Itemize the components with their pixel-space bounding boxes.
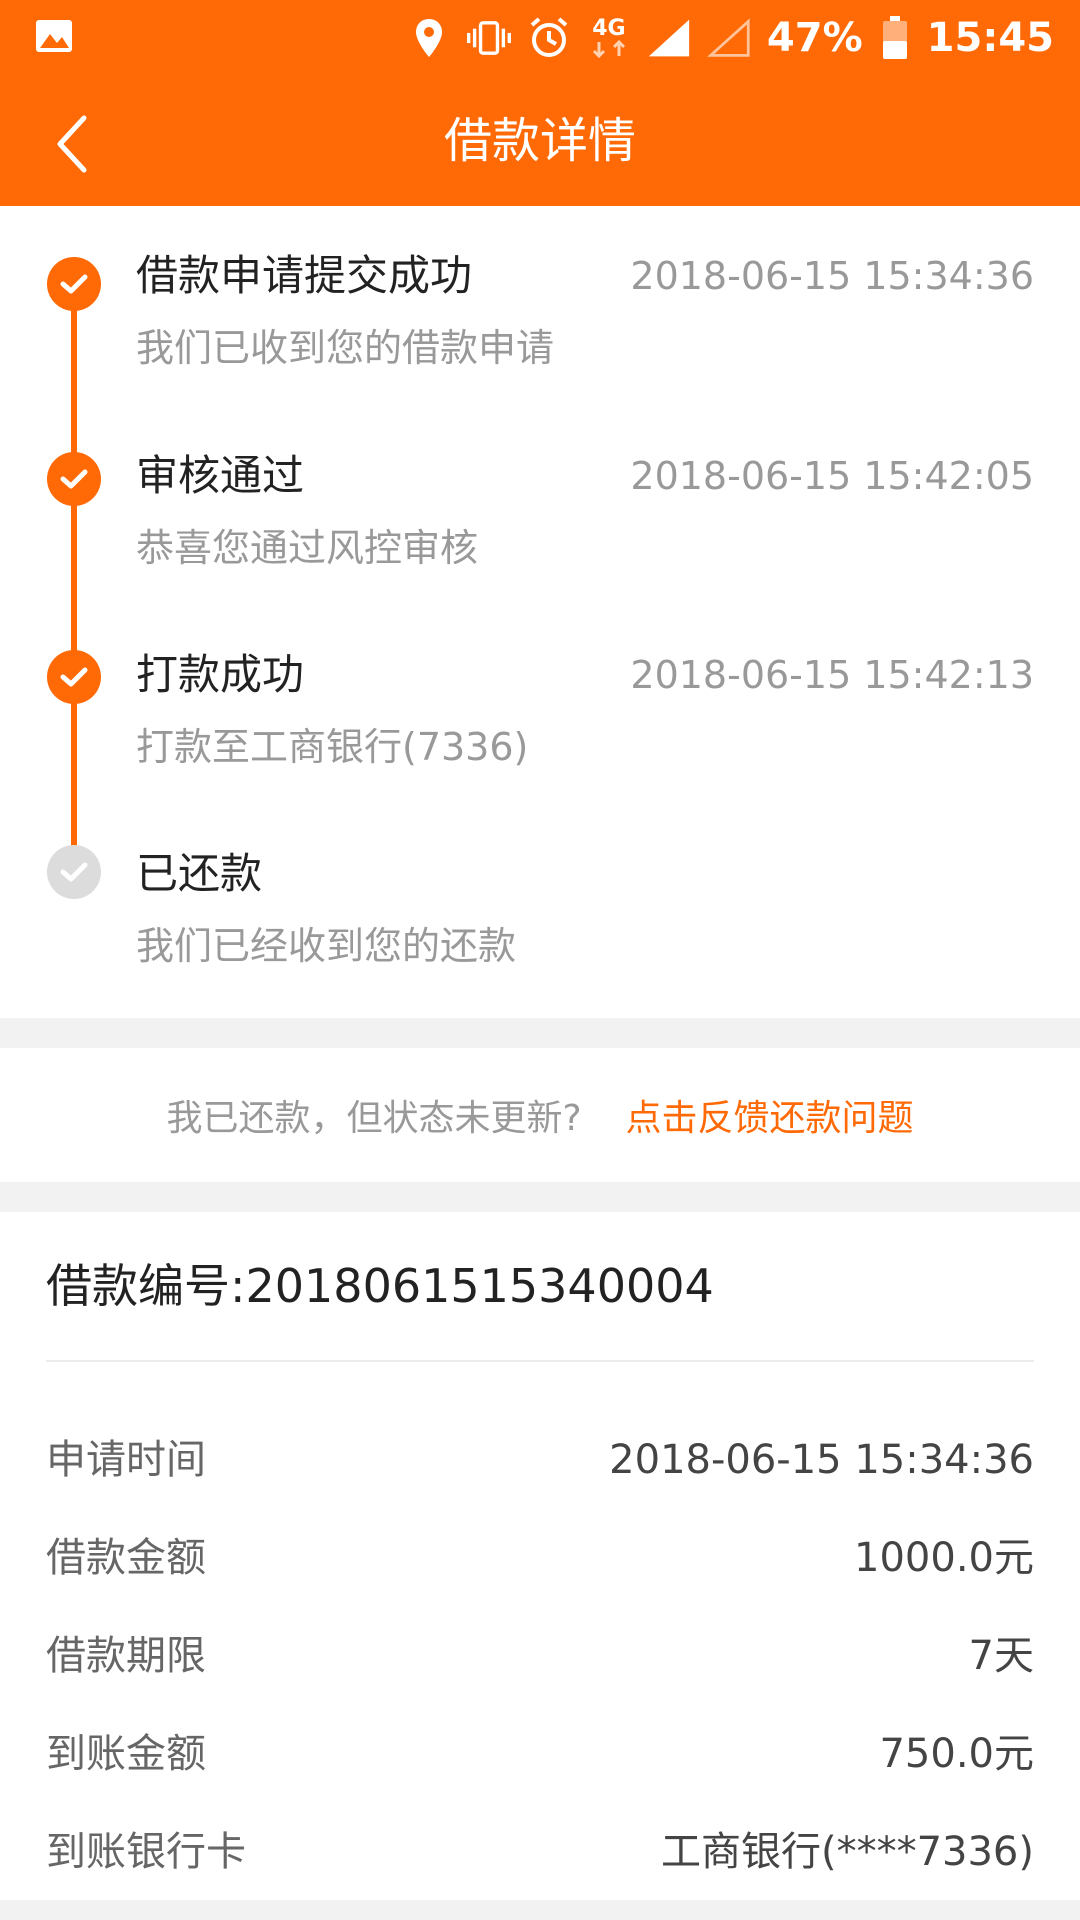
detail-label: 借款期限 xyxy=(46,1633,206,1679)
app-header: 4G 47% 15:45 借款详情 xyxy=(0,0,1080,206)
step-title: 已还款 xyxy=(136,849,263,898)
feedback-prompt: 我已还款，但状态未更新? xyxy=(166,1098,582,1139)
network-type: 4G xyxy=(592,16,626,41)
loan-detail-card: 借款编号:2018061515340004 申请时间 2018-06-15 15… xyxy=(0,1212,1080,1900)
timeline-step-approved: 审核通过 2018-06-15 15:42:05 恭喜您通过风控审核 xyxy=(0,446,1080,626)
check-circle-icon xyxy=(47,257,101,311)
detail-row-bank-card: 到账银行卡 工商银行(****7336) xyxy=(46,1822,1034,1882)
vibrate-icon xyxy=(466,16,511,60)
timeline-step-disbursed: 打款成功 2018-06-15 15:42:13 打款至工商银行(7336) xyxy=(0,645,1080,825)
step-time: 2018-06-15 15:42:13 xyxy=(630,653,1034,697)
loan-number: 借款编号:2018061515340004 xyxy=(46,1259,714,1313)
step-title: 借款申请提交成功 xyxy=(136,251,473,300)
step-time: 2018-06-15 15:34:36 xyxy=(630,254,1034,298)
status-time: 15:45 xyxy=(926,15,1054,61)
loan-progress-timeline: 借款申请提交成功 2018-06-15 15:34:36 我们已收到您的借款申请… xyxy=(0,206,1080,1018)
step-title: 审核通过 xyxy=(136,451,305,500)
alarm-icon xyxy=(527,16,571,60)
repayment-feedback-bar: 我已还款，但状态未更新? 点击反馈还款问题 xyxy=(0,1048,1080,1182)
detail-label: 到账银行卡 xyxy=(46,1829,246,1875)
step-desc: 我们已收到您的借款申请 xyxy=(136,326,555,370)
battery-percent: 47% xyxy=(766,15,863,61)
step-desc: 打款至工商银行(7336) xyxy=(136,725,529,769)
detail-row-apply-time: 申请时间 2018-06-15 15:34:36 xyxy=(46,1430,1034,1490)
step-time: 2018-06-15 15:42:05 xyxy=(630,454,1034,498)
detail-value: 750.0元 xyxy=(879,1731,1034,1777)
check-circle-icon xyxy=(47,452,101,506)
detail-label: 申请时间 xyxy=(46,1437,206,1483)
image-icon xyxy=(34,16,74,56)
check-circle-icon xyxy=(47,845,101,899)
detail-value: 2018-06-15 15:34:36 xyxy=(609,1437,1034,1483)
location-icon xyxy=(407,16,451,60)
signal-full-icon xyxy=(647,16,691,60)
detail-label: 到账金额 xyxy=(46,1731,206,1777)
timeline-step-repaid: 已还款 我们已经收到您的还款 xyxy=(0,844,1080,1024)
status-icons: 4G 47% 15:45 xyxy=(407,0,1054,76)
step-desc: 恭喜您通过风控审核 xyxy=(136,526,479,570)
detail-row-received-amount: 到账金额 750.0元 xyxy=(46,1724,1034,1784)
detail-value: 工商银行(****7336) xyxy=(660,1829,1034,1875)
detail-value: 1000.0元 xyxy=(854,1535,1034,1581)
check-circle-icon xyxy=(47,650,101,704)
detail-row-loan-amount: 借款金额 1000.0元 xyxy=(46,1528,1034,1588)
status-bar: 4G 47% 15:45 xyxy=(0,0,1080,76)
step-title: 打款成功 xyxy=(136,650,305,699)
page-title: 借款详情 xyxy=(443,113,636,169)
divider xyxy=(46,1360,1034,1362)
timeline-step-submitted: 借款申请提交成功 2018-06-15 15:34:36 我们已收到您的借款申请 xyxy=(0,246,1080,426)
detail-row-loan-term: 借款期限 7天 xyxy=(46,1626,1034,1686)
feedback-link[interactable]: 点击反馈还款问题 xyxy=(626,1089,914,1141)
step-desc: 我们已经收到您的还款 xyxy=(136,924,517,968)
nav-bar: 借款详情 xyxy=(0,76,1080,206)
detail-label: 借款金额 xyxy=(46,1535,206,1581)
battery-icon xyxy=(879,16,911,60)
data-arrows-icon: 4G xyxy=(587,16,631,60)
detail-value: 7天 xyxy=(968,1633,1034,1679)
signal-empty-icon xyxy=(707,16,751,60)
